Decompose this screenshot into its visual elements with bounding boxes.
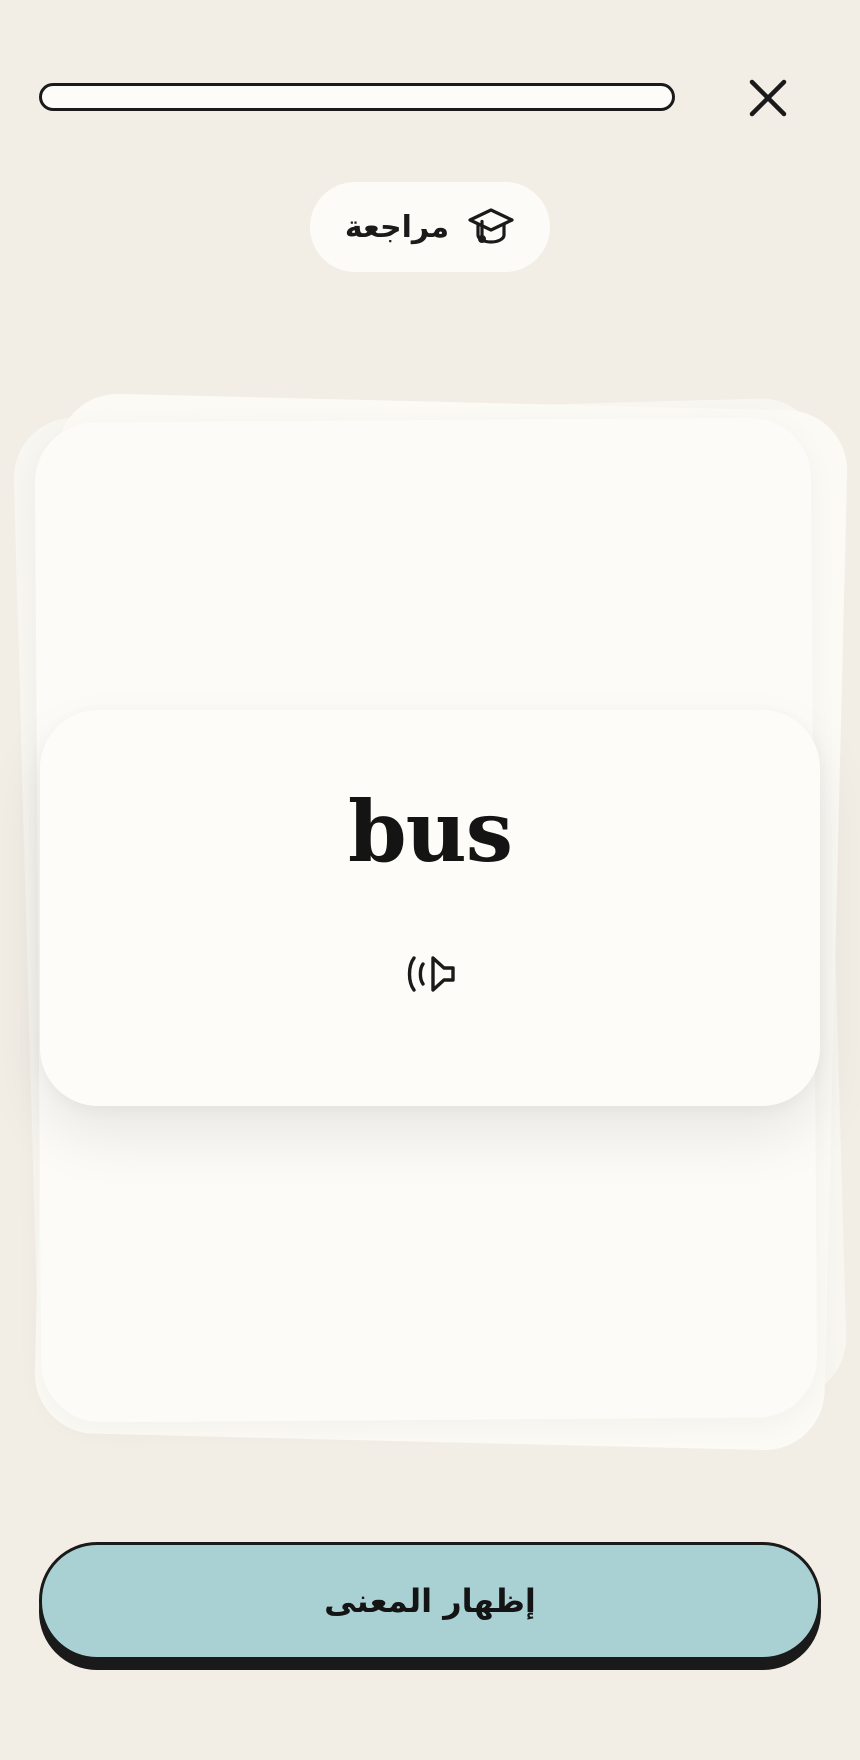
progress-bar	[39, 83, 675, 111]
speaker-icon	[407, 956, 455, 992]
show-meaning-button[interactable]: إظهار المعنى	[39, 1542, 821, 1660]
flashcard[interactable]: bus	[40, 710, 820, 1106]
close-icon	[749, 79, 787, 117]
review-mode-badge: مراجعة	[310, 182, 550, 272]
close-button[interactable]	[740, 70, 796, 126]
play-audio-button[interactable]	[394, 944, 466, 1004]
graduation-cap-icon	[467, 203, 515, 251]
flashcard-word: bus	[347, 782, 513, 881]
show-meaning-label: إظهار المعنى	[324, 1582, 536, 1620]
mode-label: مراجعة	[344, 209, 450, 245]
